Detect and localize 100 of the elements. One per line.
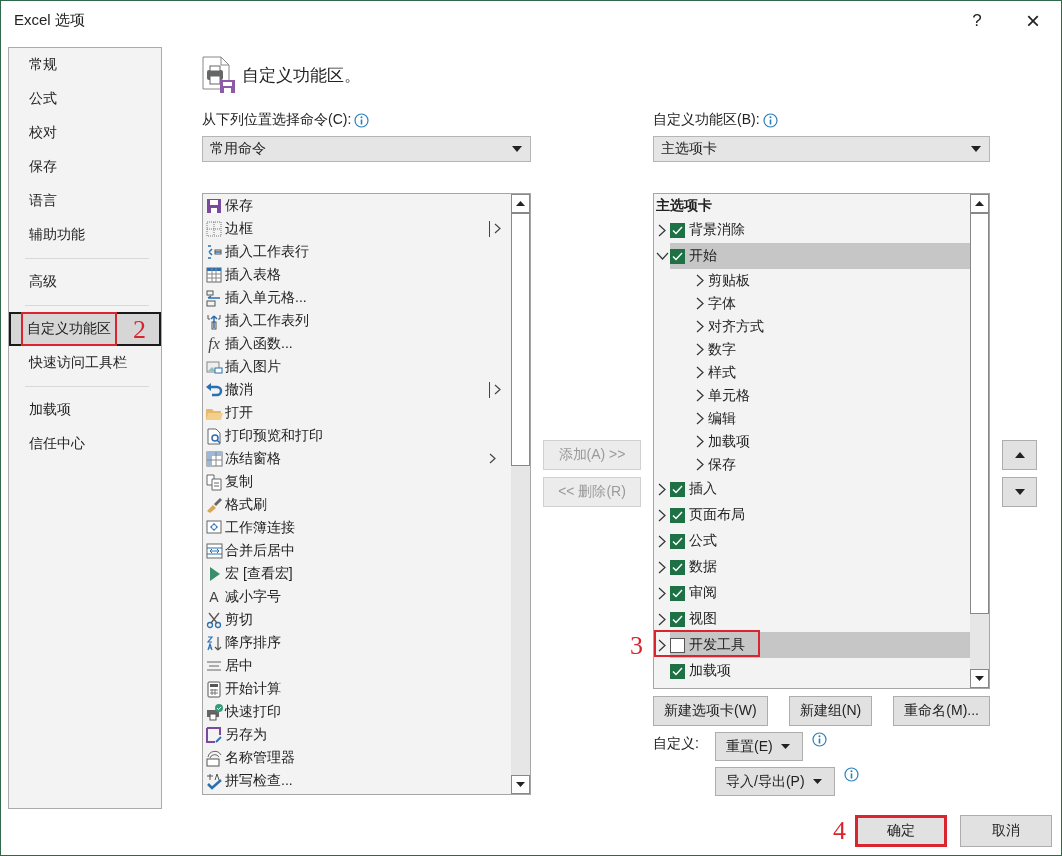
command-source-dropdown[interactable]: 常用命令 xyxy=(202,136,531,162)
command-item[interactable]: 插入单元格... xyxy=(203,286,511,309)
reset-dropdown-button[interactable]: 重置(E) xyxy=(715,732,803,761)
chevron-right-icon[interactable] xyxy=(696,435,704,448)
import-export-dropdown-button[interactable]: 导入/导出(P) xyxy=(715,767,835,796)
sidebar-item[interactable]: 信任中心 xyxy=(9,427,161,461)
scrollbar[interactable] xyxy=(511,194,530,794)
ribbon-group-item[interactable]: 样式 xyxy=(654,361,970,384)
chevron-right-icon[interactable] xyxy=(658,482,666,496)
command-item[interactable]: 宏 [查看宏] xyxy=(203,562,511,585)
scroll-thumb[interactable] xyxy=(511,213,530,466)
command-item[interactable]: 插入表格 xyxy=(203,263,511,286)
chevron-right-icon[interactable] xyxy=(696,343,704,356)
chevron-right-icon[interactable] xyxy=(658,223,666,237)
ribbon-tab-item[interactable]: 插入 xyxy=(670,476,970,502)
ribbon-tab-item[interactable]: 数据 xyxy=(670,554,970,580)
scroll-down-button[interactable] xyxy=(970,669,989,688)
command-item[interactable]: 合并后居中 xyxy=(203,539,511,562)
command-item[interactable]: 打印预览和打印 xyxy=(203,424,511,447)
command-item[interactable]: 插入图片 xyxy=(203,355,511,378)
info-icon[interactable] xyxy=(843,767,859,782)
command-item[interactable]: 降序排序 xyxy=(203,631,511,654)
ribbon-group-item[interactable]: 对齐方式 xyxy=(654,315,970,338)
checkbox[interactable] xyxy=(670,637,685,653)
command-item[interactable]: 打开 xyxy=(203,401,511,424)
command-item[interactable]: 居中 xyxy=(203,654,511,677)
move-down-button[interactable] xyxy=(1002,477,1037,507)
sidebar-item[interactable]: 语言 xyxy=(9,184,161,218)
ribbon-group-item[interactable]: 加载项 xyxy=(654,430,970,453)
ribbon-tab-item[interactable]: 开发工具 xyxy=(670,632,970,658)
checkbox[interactable] xyxy=(670,611,685,627)
chevron-right-icon[interactable] xyxy=(696,297,704,310)
command-item[interactable]: 名称管理器 xyxy=(203,746,511,769)
scroll-up-button[interactable] xyxy=(970,194,989,213)
ribbon-group-item[interactable]: 保存 xyxy=(654,453,970,476)
ribbon-tab-item[interactable]: 审阅 xyxy=(670,580,970,606)
sidebar-item[interactable]: 高级 xyxy=(9,265,161,299)
ribbon-tab-item[interactable]: 公式 xyxy=(670,528,970,554)
checkbox[interactable] xyxy=(670,222,685,238)
command-item[interactable]: 开始计算 xyxy=(203,677,511,700)
command-item[interactable]: 插入工作表列 xyxy=(203,309,511,332)
command-item[interactable]: 拼写检查... xyxy=(203,769,511,792)
checkbox[interactable] xyxy=(670,533,685,549)
chevron-right-icon[interactable] xyxy=(658,534,666,548)
chevron-down-icon[interactable] xyxy=(655,252,669,260)
command-item[interactable]: fx 插入函数... xyxy=(203,332,511,355)
help-button[interactable]: ? xyxy=(949,2,1005,39)
ribbon-tab-item[interactable]: 加载项 xyxy=(670,658,970,684)
checkbox[interactable] xyxy=(670,663,685,679)
chevron-right-icon[interactable] xyxy=(696,320,704,333)
tree-action-button[interactable]: 新建组(N) xyxy=(788,696,873,726)
chevron-right-icon[interactable] xyxy=(658,612,666,626)
chevron-right-icon[interactable] xyxy=(696,366,704,379)
ribbon-tab-item[interactable]: 开始 xyxy=(670,243,970,269)
command-item[interactable]: 边框 xyxy=(203,217,511,240)
ok-button[interactable]: 确定 xyxy=(855,815,947,847)
checkbox[interactable] xyxy=(670,248,685,264)
ribbon-tab-item[interactable]: 背景消除 xyxy=(670,217,970,243)
chevron-right-icon[interactable] xyxy=(696,412,704,425)
command-item[interactable]: 格式刷 xyxy=(203,493,511,516)
command-item[interactable]: 复制 xyxy=(203,470,511,493)
scroll-down-button[interactable] xyxy=(511,775,530,794)
chevron-right-icon[interactable] xyxy=(658,560,666,574)
scroll-up-button[interactable] xyxy=(511,194,530,213)
command-item[interactable]: 快速打印 xyxy=(203,700,511,723)
cancel-button[interactable]: 取消 xyxy=(960,815,1052,847)
scrollbar[interactable] xyxy=(970,194,989,688)
tree-action-button[interactable]: 新建选项卡(W) xyxy=(653,696,768,726)
ribbon-group-item[interactable]: 剪贴板 xyxy=(654,269,970,292)
checkbox[interactable] xyxy=(670,559,685,575)
sidebar-item[interactable]: 公式 xyxy=(9,82,161,116)
chevron-right-icon[interactable] xyxy=(658,508,666,522)
command-item[interactable]: 插入工作表行 xyxy=(203,240,511,263)
info-icon[interactable] xyxy=(354,112,370,128)
sidebar-item[interactable]: 辅助功能 xyxy=(9,218,161,252)
info-icon[interactable] xyxy=(762,112,778,128)
sidebar-item[interactable]: 加载项 xyxy=(9,393,161,427)
command-item[interactable]: 冻结窗格 xyxy=(203,447,511,470)
scroll-thumb[interactable] xyxy=(970,213,989,615)
chevron-right-icon[interactable] xyxy=(696,389,704,402)
info-icon[interactable] xyxy=(811,732,827,747)
ribbon-group-item[interactable]: 数字 xyxy=(654,338,970,361)
sidebar-item[interactable]: 保存 xyxy=(9,150,161,184)
close-button[interactable]: × xyxy=(1005,2,1061,39)
checkbox[interactable] xyxy=(670,507,685,523)
chevron-right-icon[interactable] xyxy=(658,638,666,652)
ribbon-group-item[interactable]: 单元格 xyxy=(654,384,970,407)
ribbon-tab-item[interactable]: 页面布局 xyxy=(670,502,970,528)
sidebar-item[interactable]: 快速访问工具栏 xyxy=(9,346,161,380)
move-up-button[interactable] xyxy=(1002,440,1037,470)
ribbon-tabs-dropdown[interactable]: 主选项卡 xyxy=(653,136,990,162)
command-item[interactable]: A 减小字号 xyxy=(203,585,511,608)
command-item[interactable]: 撤消 xyxy=(203,378,511,401)
chevron-right-icon[interactable] xyxy=(696,458,704,471)
command-item[interactable]: 另存为 xyxy=(203,723,511,746)
command-item[interactable]: 剪切 xyxy=(203,608,511,631)
tree-action-button[interactable]: 重命名(M)... xyxy=(893,696,990,726)
ribbon-group-item[interactable]: 字体 xyxy=(654,292,970,315)
sidebar-item[interactable]: 校对 xyxy=(9,116,161,150)
sidebar-item[interactable]: 常规 xyxy=(9,48,161,82)
